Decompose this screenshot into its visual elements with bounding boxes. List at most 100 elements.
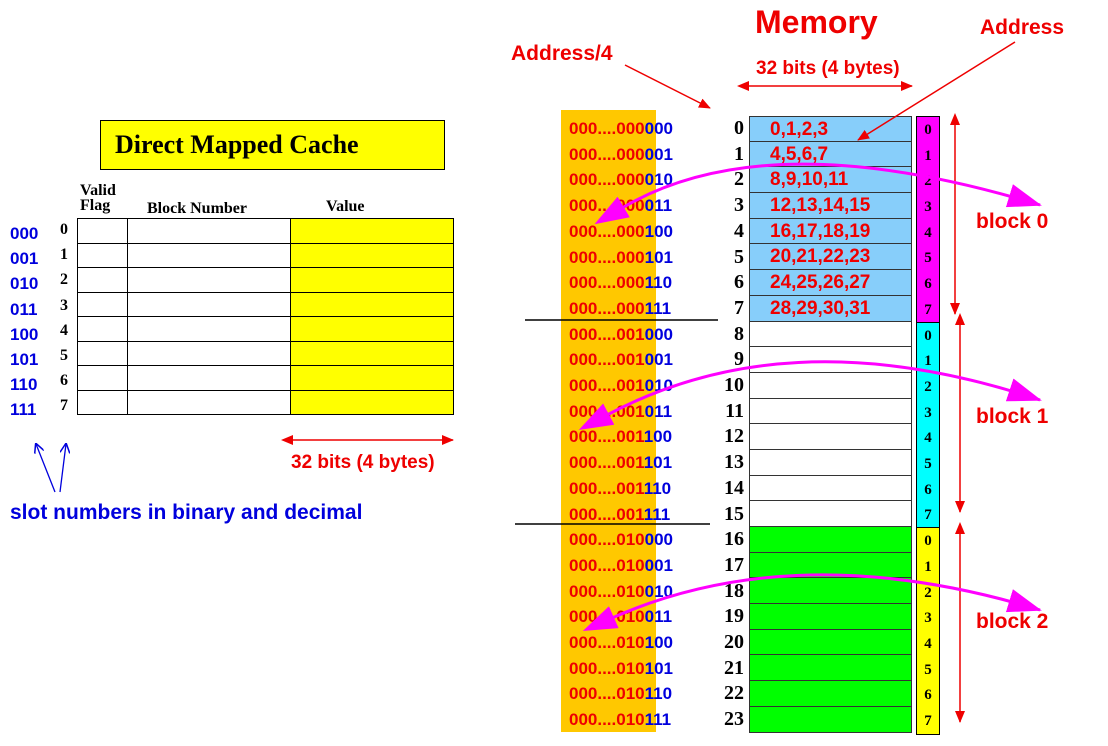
address-prefix: 000....010 [569,684,645,704]
cache-row [77,218,454,244]
block-slot-label: 1 [924,558,932,575]
address-suffix: 111 [644,298,672,318]
address-suffix: 101 [644,247,673,267]
valid-flag-header: Valid Flag [80,182,116,214]
memory-address-row: 000....000000 [569,119,673,139]
slot-binary-label: 001 [10,249,39,269]
cache-block-cell [127,291,291,317]
memory-row-number: 13 [724,451,744,474]
slot-note-arrow-binary [36,444,56,493]
cache-valid-cell [77,242,128,268]
memory-row-number: 15 [724,502,744,525]
address-prefix: 000....010 [569,530,645,550]
memory-row-number: 19 [724,605,744,628]
block-slot-label: 2 [924,584,932,601]
address-suffix: 111 [644,710,672,730]
cache-value-cell [290,267,454,293]
value-header: Value [326,198,365,215]
memory-cell [749,655,912,682]
memory-cell [749,475,912,502]
memory-cells: 0,1,2,3 4,5,6,7 8,9,10,11 12,13,14,15 16,17,… [749,116,912,733]
address-prefix: 000....010 [569,710,645,730]
address-suffix: 100 [644,633,673,652]
cache-row [77,267,454,293]
address-suffix: 010 [644,581,673,601]
address-prefix: 000....000 [569,196,645,216]
memory-address-row: 000....001011 [569,402,672,422]
block-number-header: Block Number [147,200,247,217]
address-prefix: 000....010 [569,555,645,575]
block-2-label: block 2 [976,610,1049,633]
address-prefix: 000....000 [569,170,645,190]
address-prefix: 000....000 [569,119,645,138]
address-suffix: 001 [644,555,673,575]
slot-decimal-label: 7 [60,397,68,415]
slot-binary-label: 011 [10,299,38,319]
cache-value-cell [290,242,454,268]
block-slot-label: 3 [924,610,932,627]
memory-address-row: 000....010110 [569,684,672,704]
address-suffix: 101 [643,453,673,473]
block-slot-label: 6 [924,276,932,293]
memory-address-row: 000....000010 [569,170,673,190]
memory-address-row: 000....001110 [569,479,671,499]
cache-block-cell [127,242,291,268]
cache-block-cell [127,340,291,366]
memory-row-number: 1 [734,142,744,165]
memory-address-row: 000....001010 [569,376,673,396]
memory-address-row: 000....001101 [569,453,672,473]
memory-row-number: 4 [734,219,744,242]
memory-address-row: 000....010000 [569,530,673,550]
slot-binary-label: 000 [10,224,39,243]
address-label: Address [980,16,1065,39]
slot-binary-label: 111 [10,400,37,420]
memory-row-number: 14 [724,476,744,499]
memory-cell [749,604,912,630]
address-suffix: 000 [644,530,673,550]
slot-binary-label: 101 [10,350,39,369]
address-suffix: 111 [643,504,671,524]
cache-row [77,316,454,342]
memory-cell [749,527,912,553]
cache-value-cell [290,340,454,366]
address-prefix: 000....010 [569,581,645,601]
block-slot-label: 7 [924,713,932,729]
memory-row-number: 10 [724,374,744,396]
slot-decimal-label: 4 [60,321,68,339]
address-suffix: 100 [644,221,673,241]
memory-title: Memory [755,4,878,40]
address-prefix: 000....010 [569,658,645,678]
valid-header-line1: Valid [80,182,116,199]
block-slot-label: 1 [924,353,932,370]
memory-row-number: 5 [734,245,744,268]
address-suffix: 110 [644,273,673,293]
cache-value-cell [290,218,454,244]
cache-valid-cell [77,316,128,342]
memory-cell: 24,25,26,27 [749,270,912,296]
memory-cell: 12,13,14,15 [749,193,912,219]
memory-address-row: 000....000110 [569,273,672,293]
memory-address-row: 000....001111 [569,505,670,525]
memory-cell [749,424,912,450]
memory-address-row: 000....010100 [569,633,673,653]
flag-header-line2: Flag [80,197,111,214]
address-prefix: 000....001 [569,504,644,524]
block-2-slot-column: 0 1 2 3 4 5 6 7 [916,527,940,735]
address-prefix: 000....000 [569,144,645,164]
address-prefix: 000....001 [569,453,644,473]
memory-cell: 28,29,30,31 [749,295,912,322]
slot-decimal-label: 5 [60,347,68,364]
slot-binary-label: 010 [10,274,39,294]
address-prefix: 000....000 [569,247,645,267]
memory-row-number: 17 [724,553,744,576]
cache-row [77,365,454,391]
address-suffix: 010 [644,170,673,190]
block-slot-label: 4 [924,224,932,241]
address-suffix: 100 [643,427,673,447]
block-slot-label: 6 [924,687,932,704]
memory-cell: 8,9,10,11 [749,167,912,194]
cache-row [77,389,454,415]
memory-cell [749,501,912,527]
memory-cell: 20,21,22,23 [749,244,912,271]
address-suffix: 010 [644,376,673,395]
